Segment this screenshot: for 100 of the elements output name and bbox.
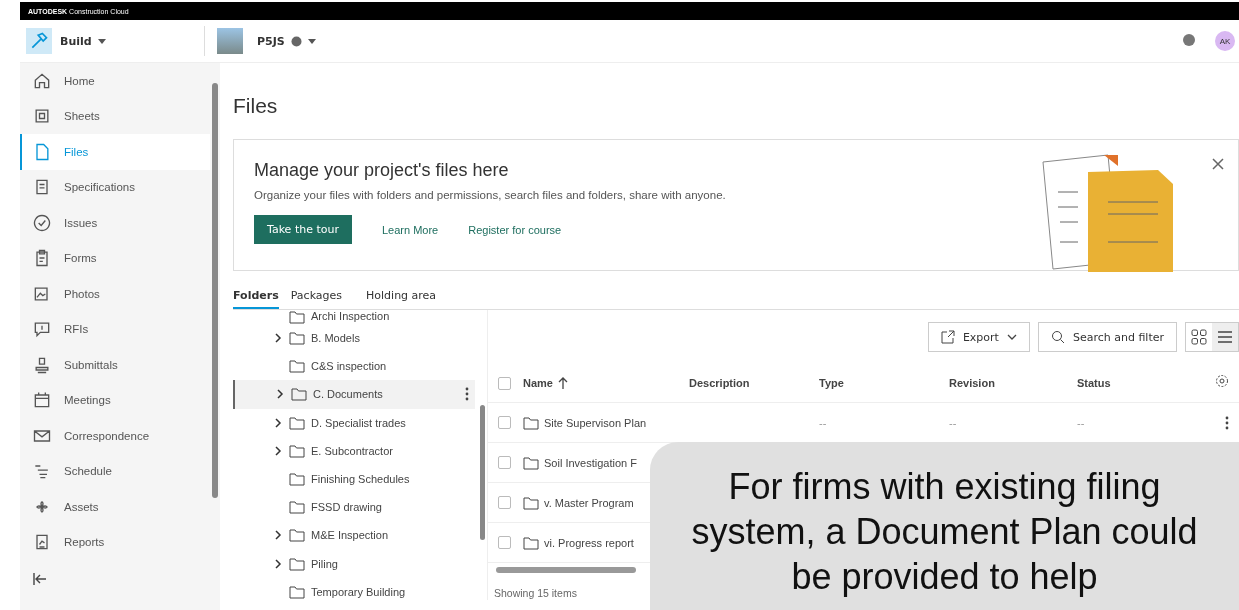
column-header[interactable]: Name — [523, 377, 553, 389]
more-icon[interactable] — [465, 387, 469, 402]
scrollbar[interactable] — [496, 567, 636, 573]
folder-tree-item[interactable]: B. Models — [233, 324, 475, 353]
folder-icon — [289, 472, 305, 487]
chevron-down-icon — [1006, 334, 1017, 340]
row-checkbox[interactable] — [498, 536, 511, 549]
chevron-icon[interactable] — [273, 445, 283, 456]
folder-icon — [523, 535, 539, 550]
export-button[interactable]: Export — [927, 322, 1030, 352]
select-all-checkbox[interactable] — [498, 376, 511, 390]
scrollbar[interactable] — [212, 83, 218, 498]
folder-name[interactable]: B. Models — [311, 332, 360, 345]
scrollbar[interactable] — [480, 405, 485, 540]
folder-icon — [289, 584, 305, 599]
column-header[interactable]: Type — [819, 377, 844, 389]
folder-name[interactable]: FSSD drawing — [311, 501, 382, 514]
sort-arrow-icon[interactable] — [557, 377, 568, 389]
caret-icon[interactable] — [307, 38, 316, 44]
module-dropdown[interactable]: Build — [60, 34, 106, 48]
search-filter-button[interactable]: Search and filter — [1037, 322, 1177, 352]
folder-name[interactable]: Archi Inspection — [311, 310, 390, 322]
table-cell-text: -- — [949, 416, 958, 429]
project-dropdown[interactable]: P5JS — [257, 34, 316, 48]
banner-link[interactable]: Register for course — [468, 223, 562, 236]
folder-name[interactable]: C. Documents — [313, 388, 383, 401]
column-header[interactable]: Revision — [949, 377, 995, 389]
caption-tooltip: For firms with existing filing system, a Document Plan could be provided to help — [650, 442, 1239, 610]
folder-icon — [291, 387, 307, 402]
row-checkbox[interactable] — [498, 416, 511, 429]
folder-name[interactable]: M&E Inspection — [311, 529, 389, 542]
folder-name[interactable]: E. Subcontractor — [311, 444, 393, 457]
caret-icon[interactable] — [97, 38, 106, 44]
nav-icon[interactable] — [32, 212, 52, 233]
sidebar-item[interactable]: Photos — [20, 276, 210, 312]
more-icon[interactable] — [1225, 415, 1229, 430]
sidebar-item[interactable]: RFIs — [20, 311, 210, 347]
user-avatar[interactable]: AK — [1215, 31, 1235, 51]
tab[interactable]: Packages — [290, 285, 355, 309]
table-cell[interactable]: Soil Investigation F — [544, 456, 637, 469]
item-count: Showing 15 items — [493, 587, 578, 599]
folder-icon — [289, 331, 305, 346]
sidebar-item[interactable]: Submittals — [20, 347, 210, 383]
chevron-icon[interactable] — [273, 530, 283, 541]
sidebar-item[interactable]: Correspondence — [20, 418, 210, 454]
table-cell-text: -- — [819, 416, 828, 429]
sidebar-item[interactable]: Meetings — [20, 382, 210, 418]
hammer-icon[interactable] — [26, 28, 52, 54]
folder-tree-item[interactable]: D. Specialist trades — [233, 408, 475, 437]
sidebar-item[interactable]: Assets — [20, 489, 210, 525]
row-checkbox[interactable] — [498, 456, 511, 469]
sidebar-item[interactable]: Forms — [20, 240, 210, 276]
search-icon — [1050, 330, 1065, 344]
table-cell[interactable]: vi. Progress report — [544, 536, 634, 549]
sidebar-item[interactable]: Specifications — [20, 169, 210, 205]
tour-button[interactable]: Take the tour — [254, 215, 352, 244]
tab[interactable]: Holding area — [366, 285, 449, 309]
row-checkbox[interactable] — [498, 496, 511, 509]
folder-name[interactable]: D. Specialist trades — [311, 416, 406, 429]
folder-tree-item[interactable]: Temporary Building — [233, 577, 475, 600]
sidebar-item[interactable]: Schedule — [20, 453, 210, 489]
chevron-icon[interactable] — [273, 558, 283, 569]
page-title: Files — [233, 93, 279, 119]
table-cell-text: -- — [1077, 416, 1086, 429]
chevron-icon[interactable] — [275, 389, 285, 400]
folder-icon — [289, 359, 305, 374]
folder-tree-item[interactable]: Finishing Schedules — [233, 464, 475, 494]
sidebar-item[interactable]: Sheets — [20, 98, 210, 134]
folder-icon — [289, 443, 305, 458]
table-cell[interactable]: v. Master Program — [544, 496, 634, 509]
table-cell[interactable]: Site Supervison Plan — [544, 416, 647, 429]
chevron-icon[interactable] — [273, 417, 283, 428]
banner-link[interactable]: Learn More — [381, 223, 439, 236]
column-header[interactable]: Description — [689, 377, 750, 389]
folder-icon — [289, 415, 305, 430]
folder-name[interactable]: C&S inspection — [311, 360, 387, 373]
sidebar-item[interactable]: Home — [20, 63, 210, 99]
folder-tree-item[interactable]: Archi Inspection — [233, 310, 475, 324]
chevron-icon[interactable] — [273, 333, 283, 344]
folder-tree-item[interactable]: FSSD drawing — [233, 493, 475, 522]
folder-icon — [289, 500, 305, 515]
folder-name[interactable]: Piling — [311, 557, 338, 570]
folder-tree-item[interactable]: C&S inspection — [233, 352, 475, 381]
folder-icon — [289, 310, 305, 324]
tab[interactable]: Folders — [233, 285, 279, 309]
folder-tree-item[interactable]: Piling — [233, 549, 475, 578]
sidebar-item[interactable]: Reports — [20, 524, 210, 560]
banner-text: Organize your files with folders and permissions, search files and folders, share with anyone. — [254, 189, 727, 201]
sidebar-item[interactable]: Issues — [20, 205, 210, 241]
folder-name[interactable]: Temporary Building — [311, 585, 406, 598]
folder-name[interactable]: Finishing Schedules — [311, 473, 410, 486]
column-header[interactable]: Status — [1077, 377, 1111, 389]
folder-icon — [523, 455, 539, 470]
folder-tree-item[interactable]: E. Subcontractor — [233, 436, 475, 465]
folder-tree-item[interactable]: C. Documents — [233, 380, 475, 409]
list-view-icon[interactable] — [1212, 323, 1238, 351]
folder-icon — [289, 528, 305, 543]
project-thumbnail — [217, 28, 243, 54]
folder-icon — [523, 415, 539, 430]
folder-tree-item[interactable]: M&E Inspection — [233, 521, 475, 550]
